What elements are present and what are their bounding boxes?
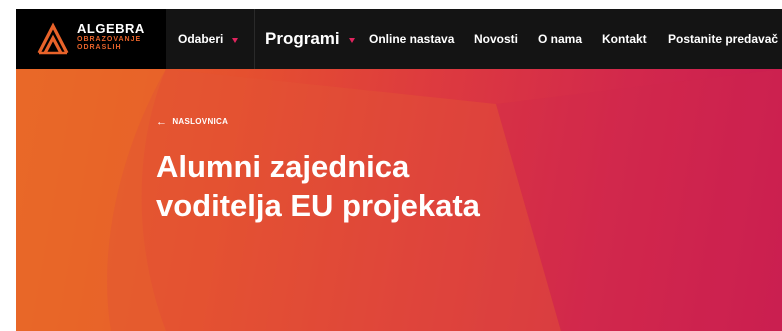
nav-divider: [254, 9, 255, 69]
page: ALGEBRA OBRAZOVANJE ODRASLIH Odaberi Pro…: [0, 0, 782, 331]
nav-item-label: Novosti: [474, 32, 519, 46]
nav-item-label: Postanite predavač: [668, 32, 779, 46]
arrow-left-icon: ←: [156, 115, 168, 128]
logo[interactable]: ALGEBRA OBRAZOVANJE ODRASLIH: [16, 9, 166, 69]
nav-item-o-nama[interactable]: O nama: [538, 9, 582, 69]
hero-banner: ← NASLOVNICA Alumni zajednica voditelja …: [16, 69, 782, 331]
algebra-logo-icon: [37, 22, 69, 55]
nav-item-programi[interactable]: Programi: [265, 9, 355, 69]
nav-item-kontakt[interactable]: Kontakt: [602, 9, 647, 69]
logo-subtitle-line2: ODRASLIH: [77, 44, 122, 51]
chevron-down-icon: [232, 37, 239, 43]
breadcrumb-back-link[interactable]: ← NASLOVNICA: [156, 115, 229, 128]
page-title: Alumni zajednica voditelja EU projekata: [156, 149, 480, 223]
nav-item-label: Odaberi: [178, 32, 224, 46]
breadcrumb-label: NASLOVNICA: [172, 117, 229, 126]
nav-item-postanite-predavac[interactable]: Postanite predavač: [668, 9, 778, 69]
nav-item-odaberi[interactable]: Odaberi: [178, 9, 239, 69]
nav-item-online-nastava[interactable]: Online nastava: [369, 9, 454, 69]
nav-item-label: Programi: [265, 29, 340, 48]
logo-title: ALGEBRA: [77, 21, 145, 36]
top-navigation: ALGEBRA OBRAZOVANJE ODRASLIH Odaberi Pro…: [16, 9, 782, 69]
nav-item-novosti[interactable]: Novosti: [474, 9, 518, 69]
logo-subtitle-line1: OBRAZOVANJE: [77, 36, 142, 43]
nav-item-label: O nama: [538, 32, 583, 46]
nav-item-label: Kontakt: [602, 32, 647, 46]
chevron-down-icon: [348, 37, 355, 43]
nav-item-label: Online nastava: [369, 32, 455, 46]
